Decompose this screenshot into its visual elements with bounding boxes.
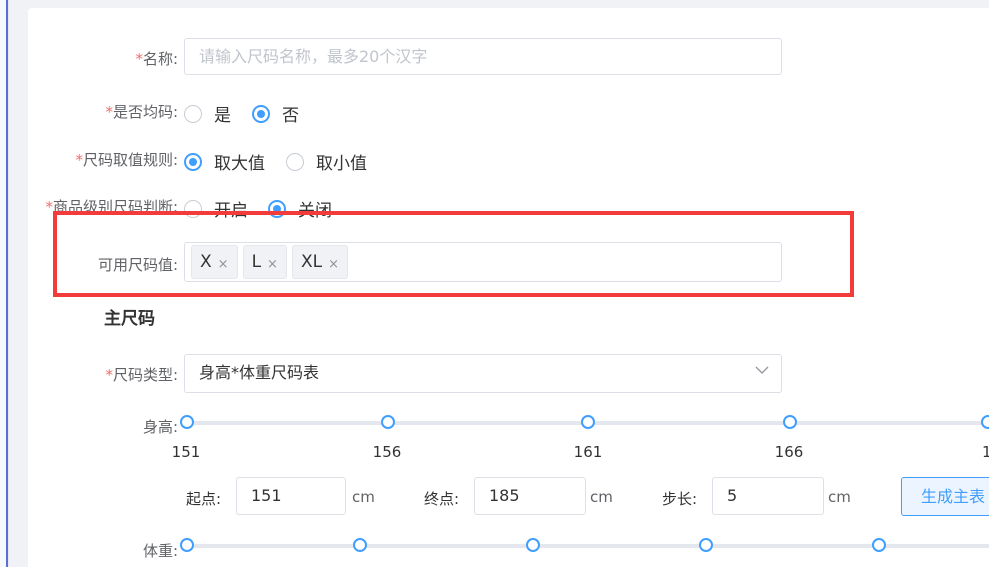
left-edge-bar	[6, 0, 8, 567]
height-tick-label: 156	[372, 443, 402, 461]
end-unit: cm	[590, 488, 613, 506]
weight-slider-handle[interactable]	[526, 538, 540, 552]
uniform-label: *是否均码:	[105, 103, 178, 121]
chevron-down-icon	[755, 366, 769, 374]
height-tick-label: 166	[774, 443, 804, 461]
start-input[interactable]: 151	[236, 477, 346, 515]
end-input[interactable]: 185	[474, 477, 586, 515]
end-label: 终点:	[424, 490, 460, 508]
rule-max-radio[interactable]: 取大值	[184, 149, 265, 174]
left-edge	[0, 0, 9, 567]
height-tick-label: 17	[982, 443, 989, 461]
uniform-row: *是否均码: 是 否	[28, 93, 988, 133]
height-slider-handle[interactable]	[581, 415, 595, 429]
weight-slider-handle[interactable]	[699, 538, 713, 552]
rule-label: *尺码取值规则:	[75, 151, 178, 169]
radio-circle	[286, 152, 304, 171]
rule-min-radio[interactable]: 取小值	[286, 149, 367, 174]
section-title: 主尺码	[104, 309, 155, 329]
radio-circle-checked	[184, 152, 202, 171]
start-label: 起点:	[186, 490, 222, 508]
weight-slider-handle[interactable]	[872, 538, 886, 552]
height-tick-label: 151	[171, 443, 201, 461]
size-type-row: *尺码类型: 身高*体重尺码表	[28, 354, 988, 394]
weight-slider-track[interactable]	[187, 544, 989, 548]
rule-row: *尺码取值规则: 取大值 取小值	[28, 140, 988, 180]
step-input[interactable]: 5	[712, 477, 824, 515]
uniform-yes-radio[interactable]: 是	[184, 101, 231, 126]
name-label: *名称:	[135, 50, 178, 68]
start-unit: cm	[352, 488, 375, 506]
generate-main-table-button[interactable]: 生成主表	[901, 477, 989, 516]
height-slider-handle[interactable]	[783, 415, 797, 429]
step-unit: cm	[828, 488, 851, 506]
height-slider-handle[interactable]	[381, 415, 395, 429]
step-label: 步长:	[662, 490, 698, 508]
radio-circle-checked	[252, 104, 270, 123]
height-slider-handle[interactable]	[180, 415, 194, 429]
uniform-no-radio[interactable]: 否	[252, 101, 299, 126]
name-input[interactable]: 请输入尺码名称，最多20个汉字	[184, 38, 782, 75]
name-row: *名称: 请输入尺码名称，最多20个汉字	[28, 38, 988, 78]
weight-slider-handle[interactable]	[353, 538, 367, 552]
size-type-select[interactable]: 身高*体重尺码表	[184, 354, 782, 393]
weight-slider-handle[interactable]	[180, 538, 194, 552]
height-tick-label: 161	[573, 443, 603, 461]
weight-label: 体重:	[142, 542, 178, 560]
radio-circle	[184, 104, 202, 123]
height-slider-handle[interactable]	[981, 415, 989, 429]
annotation-highlight-box	[53, 211, 854, 297]
size-type-label: *尺码类型:	[105, 366, 178, 384]
height-label: 身高:	[142, 418, 178, 436]
